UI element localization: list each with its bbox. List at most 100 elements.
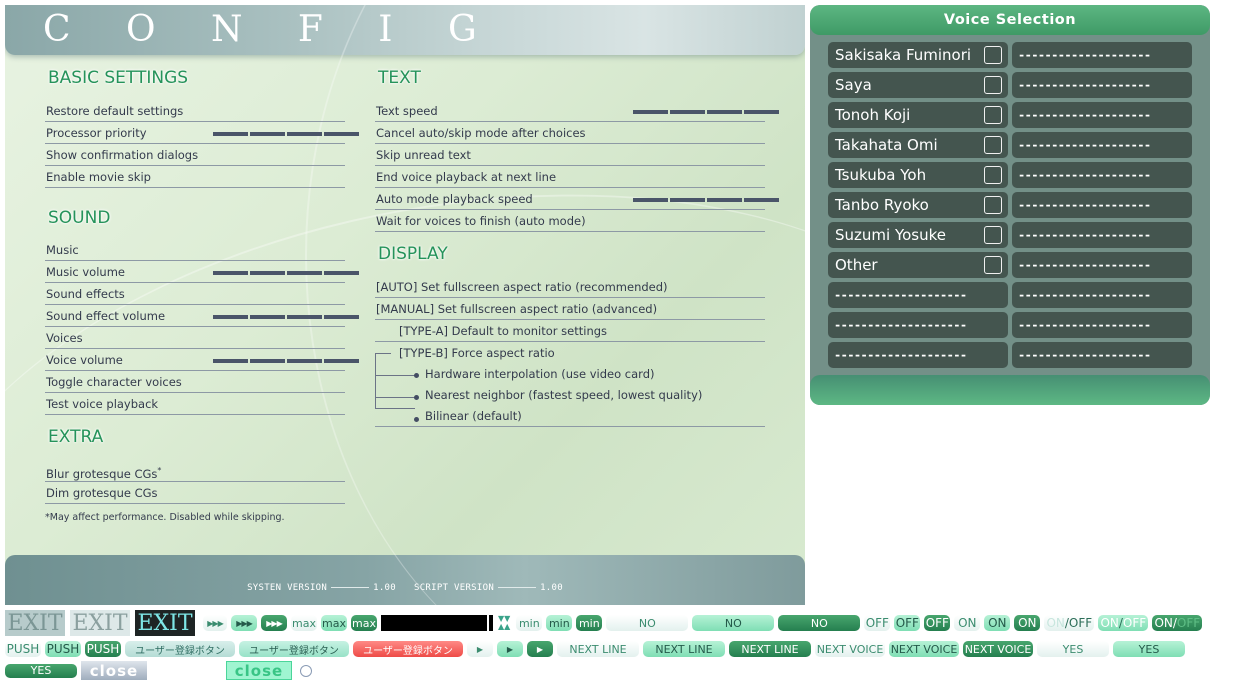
setting-restore-defaults[interactable]: Restore default settings	[45, 100, 345, 122]
setting-test-voice-playback[interactable]: Test voice playback	[45, 393, 345, 415]
processor-priority-slider[interactable]	[213, 132, 359, 136]
voice-assignment-cell[interactable]: --------------------	[1012, 282, 1192, 308]
voice-checkbox[interactable]	[984, 166, 1002, 184]
setting-processor-priority[interactable]: Processor priority	[45, 122, 359, 144]
setting-toggle-character-voices[interactable]: Toggle character voices	[45, 371, 345, 393]
min-button-active[interactable]: min	[576, 615, 603, 631]
user-register-button[interactable]: ユーザー登録ボタン	[125, 641, 235, 657]
sound-effect-volume-slider[interactable]	[213, 315, 359, 319]
voice-assignment-cell[interactable]: --------------------	[1012, 102, 1192, 128]
exit-button-hover[interactable]: EXIT	[70, 610, 130, 636]
play-button[interactable]: ▶	[467, 641, 493, 657]
no-button-active[interactable]: NO	[778, 615, 861, 631]
user-register-button-active[interactable]: ユーザー登録ボタン	[353, 641, 463, 657]
fast-forward-button-active[interactable]: ▶▶▶	[261, 615, 287, 631]
music-volume-slider[interactable]	[213, 271, 359, 275]
voice-checkbox[interactable]	[984, 136, 1002, 154]
voice-assignment-cell[interactable]: --------------------	[1012, 312, 1192, 338]
voice-assignment-cell[interactable]: --------------------	[1012, 132, 1192, 158]
setting-auto-mode-speed[interactable]: Auto mode playback speed	[375, 188, 779, 210]
voice-character-cell[interactable]: --------------------	[828, 282, 1008, 308]
voice-checkbox[interactable]	[984, 46, 1002, 64]
setting-cancel-auto-skip[interactable]: Cancel auto/skip mode after choices	[375, 122, 765, 144]
voice-character-cell[interactable]: Sakisaka Fuminori	[828, 42, 1008, 68]
setting-aspect-auto[interactable]: [AUTO] Set fullscreen aspect ratio (reco…	[375, 276, 765, 298]
on-off-toggle[interactable]: ON / OFF	[1044, 615, 1095, 631]
voice-assignment-cell[interactable]: --------------------	[1012, 192, 1192, 218]
yes-button-active[interactable]: YES	[5, 663, 77, 678]
setting-aspect-manual[interactable]: [MANUAL] Set fullscreen aspect ratio (ad…	[375, 298, 765, 320]
voice-character-cell[interactable]: Tsukuba Yoh	[828, 162, 1008, 188]
push-button-hover[interactable]: PUSH	[45, 641, 81, 657]
text-speed-slider[interactable]	[633, 110, 779, 114]
fast-forward-button[interactable]: ▶▶▶	[203, 615, 227, 631]
setting-music-volume[interactable]: Music volume	[45, 261, 359, 283]
voice-character-cell[interactable]: Saya	[828, 72, 1008, 98]
on-off-toggle-active[interactable]: ON / OFF	[1152, 615, 1203, 631]
voice-checkbox[interactable]	[984, 256, 1002, 274]
on-button-hover[interactable]: ON	[984, 615, 1011, 631]
next-voice-button-hover[interactable]: NEXT VOICE	[889, 641, 959, 657]
voice-character-cell[interactable]: Tonoh Koji	[828, 102, 1008, 128]
setting-type-b[interactable]: [TYPE-B] Force aspect ratio	[375, 342, 765, 363]
setting-blur-grotesque[interactable]: Blur grotesque CGs*	[45, 460, 345, 482]
exit-button-normal[interactable]: EXIT	[5, 610, 65, 636]
min-button-hover[interactable]: min	[546, 615, 573, 631]
off-button-active[interactable]: OFF	[924, 615, 951, 631]
close-button-hover[interactable]: close	[226, 661, 292, 680]
push-button-active[interactable]: PUSH	[85, 641, 121, 657]
setting-type-a[interactable]: [TYPE-A] Default to monitor settings	[375, 320, 765, 342]
setting-movie-skip[interactable]: Enable movie skip	[45, 166, 345, 188]
max-button[interactable]: max	[291, 615, 317, 631]
voice-assignment-cell[interactable]: --------------------	[1012, 252, 1192, 278]
setting-voice-volume[interactable]: Voice volume	[45, 349, 359, 371]
off-button-hover[interactable]: OFF	[894, 615, 921, 631]
setting-end-voice-next-line[interactable]: End voice playback at next line	[375, 166, 765, 188]
auto-mode-speed-slider[interactable]	[633, 198, 779, 202]
voice-character-cell[interactable]: Takahata Omi	[828, 132, 1008, 158]
setting-voices[interactable]: Voices	[45, 327, 345, 349]
voice-checkbox[interactable]	[984, 106, 1002, 124]
no-button[interactable]: NO	[606, 615, 689, 631]
radio-circle-icon[interactable]	[300, 664, 312, 677]
exit-button-active[interactable]: EXIT	[135, 610, 195, 636]
no-button-hover[interactable]: NO	[692, 615, 775, 631]
voice-character-cell[interactable]: --------------------	[828, 342, 1008, 368]
yes-button[interactable]: YES	[1037, 641, 1109, 657]
user-register-button-hover[interactable]: ユーザー登録ボタン	[239, 641, 349, 657]
on-button[interactable]: ON	[954, 615, 981, 631]
max-button-active[interactable]: max	[351, 615, 377, 631]
setting-bilinear[interactable]: Bilinear (default)	[375, 405, 765, 427]
setting-confirmation-dialogs[interactable]: Show confirmation dialogs	[45, 144, 345, 166]
setting-dim-grotesque[interactable]: Dim grotesque CGs	[45, 482, 345, 504]
setting-hardware-interpolation[interactable]: Hardware interpolation (use video card)	[375, 363, 765, 384]
voice-assignment-cell[interactable]: --------------------	[1012, 162, 1192, 188]
play-button-active[interactable]: ▶	[527, 641, 553, 657]
voice-character-cell[interactable]: Tanbo Ryoko	[828, 192, 1008, 218]
fast-forward-button-hover[interactable]: ▶▶▶	[231, 615, 257, 631]
push-button[interactable]: PUSH	[5, 641, 41, 657]
voice-assignment-cell[interactable]: --------------------	[1012, 342, 1192, 368]
min-button[interactable]: min	[516, 615, 543, 631]
voice-checkbox[interactable]	[984, 196, 1002, 214]
on-button-active[interactable]: ON	[1014, 615, 1041, 631]
next-line-button-active[interactable]: NEXT LINE	[729, 641, 811, 657]
voice-assignment-cell[interactable]: --------------------	[1012, 222, 1192, 248]
voice-checkbox[interactable]	[984, 226, 1002, 244]
setting-skip-unread[interactable]: Skip unread text	[375, 144, 765, 166]
setting-text-speed[interactable]: Text speed	[375, 100, 779, 122]
voice-checkbox[interactable]	[984, 76, 1002, 94]
setting-sound-effect-volume[interactable]: Sound effect volume	[45, 305, 359, 327]
next-voice-button-active[interactable]: NEXT VOICE	[963, 641, 1033, 657]
yes-button-hover[interactable]: YES	[1113, 641, 1185, 657]
setting-music[interactable]: Music	[45, 239, 345, 261]
next-voice-button[interactable]: NEXT VOICE	[815, 641, 885, 657]
voice-character-cell[interactable]: --------------------	[828, 312, 1008, 338]
voice-assignment-cell[interactable]: --------------------	[1012, 72, 1192, 98]
play-button-hover[interactable]: ▶	[497, 641, 523, 657]
next-line-button-hover[interactable]: NEXT LINE	[643, 641, 725, 657]
on-off-toggle-hover[interactable]: ON / OFF	[1098, 615, 1149, 631]
off-button[interactable]: OFF	[864, 615, 891, 631]
close-button[interactable]: close	[81, 661, 147, 680]
setting-wait-for-voices[interactable]: Wait for voices to finish (auto mode)	[375, 210, 765, 232]
